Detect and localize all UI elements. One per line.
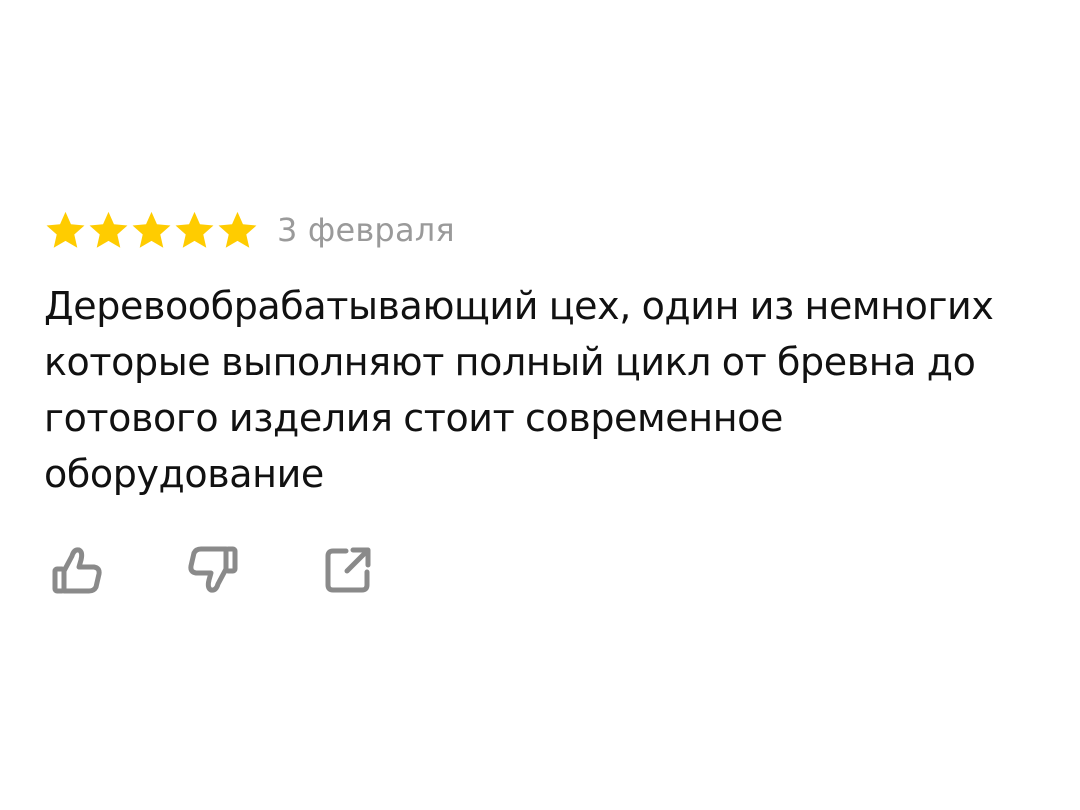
review-text: Деревообрабатывающий цех, один из немног… <box>44 284 994 496</box>
share-external-icon <box>325 547 371 593</box>
dislike-button[interactable] <box>184 542 240 598</box>
thumbs-up-icon <box>52 547 102 594</box>
share-button[interactable] <box>320 542 376 598</box>
thumbs-down-icon <box>188 546 238 593</box>
review-card: 3 февраля Деревообрабатывающий цех, один… <box>44 204 1044 502</box>
review-actions <box>50 542 376 598</box>
star-icon <box>46 211 85 248</box>
star-rating <box>44 209 259 252</box>
review-rating-row: 3 февраля <box>44 204 1044 256</box>
review-date: 3 февраля <box>277 211 455 249</box>
star-icon <box>132 211 171 248</box>
star-icon <box>218 211 257 248</box>
like-button[interactable] <box>50 542 106 598</box>
star-icon <box>175 211 214 248</box>
star-icon <box>89 211 128 248</box>
